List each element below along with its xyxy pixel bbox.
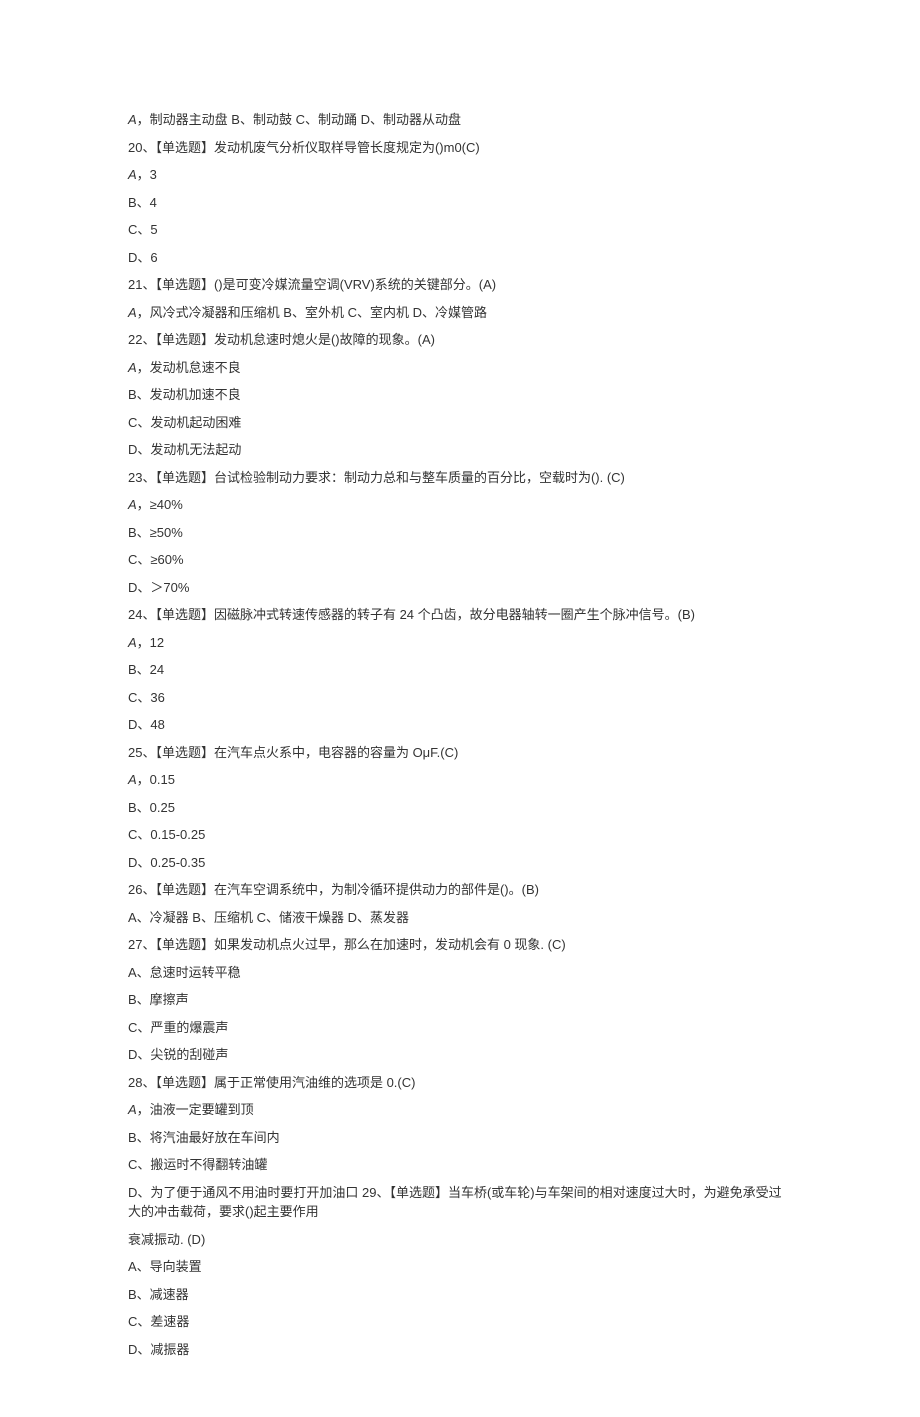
text-line: B、24 <box>128 660 792 680</box>
text-line: C、差速器 <box>128 1312 792 1332</box>
text-content: ，发动机怠速不良 <box>137 360 241 375</box>
text-line: A，12 <box>128 633 792 653</box>
text-content: ，12 <box>137 635 164 650</box>
option-a-prefix: A <box>128 772 137 787</box>
text-content: ，≥40% <box>137 497 183 512</box>
text-line: D、＞70% <box>128 578 792 598</box>
text-line: B、减速器 <box>128 1285 792 1305</box>
text-line: 24、【单选题】因磁脉冲式转速传感器的转子有 24 个凸齿，故分电器轴转一圈产生… <box>128 605 792 625</box>
option-a-prefix: A <box>128 167 137 182</box>
text-line: D、发动机无法起动 <box>128 440 792 460</box>
option-a-prefix: A <box>128 305 137 320</box>
text-line: C、0.15-0.25 <box>128 825 792 845</box>
text-line: B、4 <box>128 193 792 213</box>
text-line: 衰减振动. (D) <box>128 1230 792 1250</box>
option-a-prefix: A <box>128 497 137 512</box>
text-line: A，≥40% <box>128 495 792 515</box>
text-line: A、怠速时运转平稳 <box>128 963 792 983</box>
text-line: D、48 <box>128 715 792 735</box>
text-line: 23、【单选题】台试检验制动力要求：制动力总和与整车质量的百分比，空载时为().… <box>128 468 792 488</box>
text-line: 25、【单选题】在汽车点火系中，电容器的容量为 OμF.(C) <box>128 743 792 763</box>
text-line: C、≥60% <box>128 550 792 570</box>
text-line: A，3 <box>128 165 792 185</box>
text-line: D、尖锐的刮碰声 <box>128 1045 792 1065</box>
text-line: B、将汽油最好放在车间内 <box>128 1128 792 1148</box>
text-line: 22、【单选题】发动机怠速时熄火是()故障的现象。(A) <box>128 330 792 350</box>
text-line: 21、【单选题】()是可变冷媒流量空调(VRV)系统的关键部分。(A) <box>128 275 792 295</box>
text-content: ，油液一定要罐到顶 <box>137 1102 254 1117</box>
option-a-prefix: A <box>128 112 137 127</box>
text-line: C、36 <box>128 688 792 708</box>
text-line: D、6 <box>128 248 792 268</box>
text-line: C、搬运时不得翻转油罐 <box>128 1155 792 1175</box>
text-line: 20、【单选题】发动机废气分析仪取样导管长度规定为()m0(C) <box>128 138 792 158</box>
text-content: ，制动器主动盘 B、制动鼓 C、制动踊 D、制动器从动盘 <box>137 112 461 127</box>
text-content: ，0.15 <box>137 772 175 787</box>
text-line: A，发动机怠速不良 <box>128 358 792 378</box>
text-line: D、减振器 <box>128 1340 792 1360</box>
text-line: A，制动器主动盘 B、制动鼓 C、制动踊 D、制动器从动盘 <box>128 110 792 130</box>
text-content: ，风冷式冷凝器和压缩机 B、室外机 C、室内机 D、冷媒管路 <box>137 305 487 320</box>
text-line: C、发动机起动困难 <box>128 413 792 433</box>
text-line: B、发动机加速不良 <box>128 385 792 405</box>
text-line: 27、【单选题】如果发动机点火过早，那么在加速时，发动机会有 0 现象. (C) <box>128 935 792 955</box>
text-line: B、0.25 <box>128 798 792 818</box>
document-content: A，制动器主动盘 B、制动鼓 C、制动踊 D、制动器从动盘20、【单选题】发动机… <box>128 110 792 1359</box>
option-a-prefix: A <box>128 635 137 650</box>
text-line: C、严重的爆震声 <box>128 1018 792 1038</box>
text-line: A、冷凝器 B、压缩机 C、储液干燥器 D、蒸发器 <box>128 908 792 928</box>
text-line: A，风冷式冷凝器和压缩机 B、室外机 C、室内机 D、冷媒管路 <box>128 303 792 323</box>
option-a-prefix: A <box>128 360 137 375</box>
text-line: A、导向装置 <box>128 1257 792 1277</box>
text-line: C、5 <box>128 220 792 240</box>
text-content: ，3 <box>137 167 157 182</box>
option-a-prefix: A <box>128 1102 137 1117</box>
text-line: 26、【单选题】在汽车空调系统中，为制冷循环提供动力的部件是()。(B) <box>128 880 792 900</box>
text-line: A，0.15 <box>128 770 792 790</box>
text-line: D、为了便于通风不用油时要打开加油口 29、【单选题】当车桥(或车轮)与车架间的… <box>128 1183 792 1222</box>
text-line: B、≥50% <box>128 523 792 543</box>
text-line: A，油液一定要罐到顶 <box>128 1100 792 1120</box>
text-line: B、摩擦声 <box>128 990 792 1010</box>
text-line: D、0.25-0.35 <box>128 853 792 873</box>
text-line: 28、【单选题】属于正常使用汽油维的选项是 0.(C) <box>128 1073 792 1093</box>
